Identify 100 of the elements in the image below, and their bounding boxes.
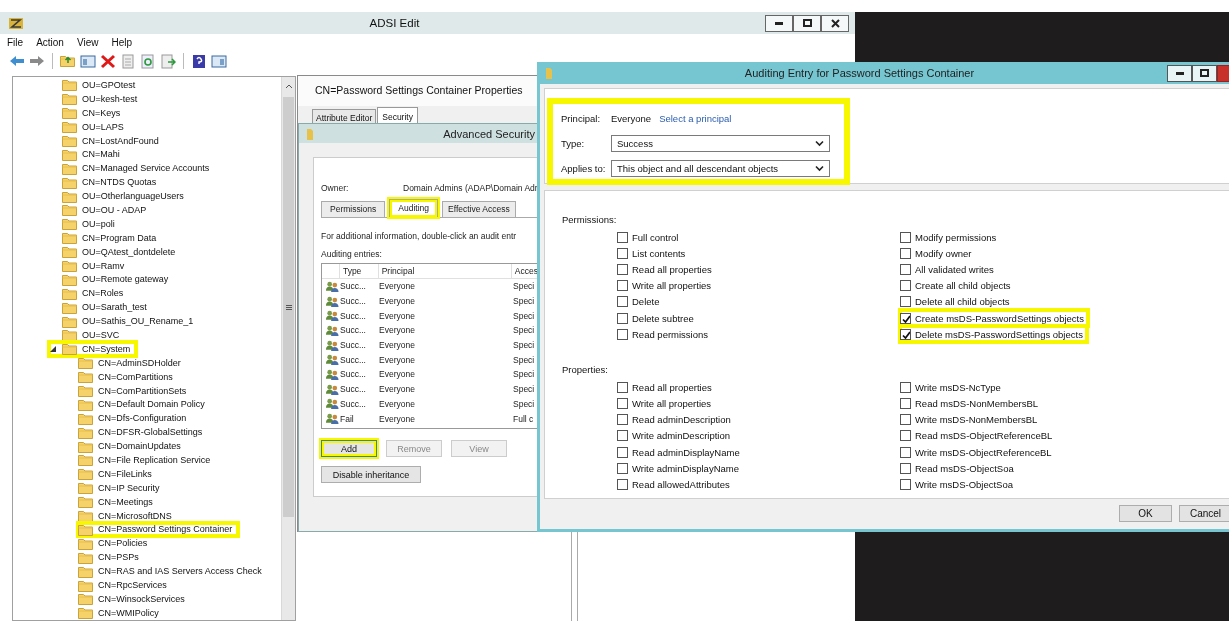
checkbox[interactable] (900, 414, 911, 426)
tree-item[interactable]: OU=GPOtest (62, 78, 142, 92)
tree-item[interactable]: CN=Mahi (62, 147, 126, 162)
tab[interactable]: Auditing (389, 199, 438, 217)
column-header[interactable]: Principal (377, 264, 511, 278)
checkbox[interactable] (617, 414, 628, 426)
checkbox[interactable] (900, 462, 911, 474)
checkbox[interactable] (900, 312, 911, 324)
tree-item[interactable]: CN=RpcServices (78, 578, 173, 592)
tree-item[interactable]: CN=Keys (62, 105, 127, 120)
maximize-button[interactable] (1192, 64, 1217, 82)
checkbox[interactable] (617, 328, 628, 340)
checkbox[interactable] (617, 446, 628, 458)
tree-item[interactable]: CN=NTDS Quotas (62, 175, 163, 190)
close-button[interactable] (821, 14, 849, 32)
tree-item[interactable]: CN=MicrosoftDNS (78, 508, 178, 523)
tree-item[interactable]: CN=System (49, 341, 137, 356)
checkbox[interactable] (900, 247, 911, 259)
tree-item[interactable]: OU=OU - ADAP (62, 203, 153, 217)
checkbox[interactable] (900, 280, 911, 292)
scroll-up-icon[interactable] (284, 83, 293, 89)
tree-item[interactable]: OU=LAPS (62, 119, 130, 134)
minimize-button[interactable] (1167, 64, 1192, 82)
tree-item[interactable]: CN=Password Settings Container (78, 522, 239, 537)
export-icon[interactable] (160, 53, 176, 69)
checkbox[interactable] (617, 280, 628, 292)
checkbox[interactable] (617, 430, 628, 442)
tree-item[interactable]: OU=Ramv (62, 258, 131, 273)
tree-item[interactable]: OU=Sarath_test (62, 300, 153, 315)
tree-item[interactable]: CN=Program Data (62, 230, 163, 245)
menu-item[interactable]: File (7, 36, 24, 48)
tree-item[interactable]: CN=LostAndFound (62, 133, 165, 148)
checkbox[interactable] (617, 312, 628, 324)
tree-item[interactable]: CN=File Replication Service (78, 453, 217, 467)
console-icon[interactable] (80, 53, 96, 69)
tree-item[interactable]: CN=Dfs-Configuration (78, 411, 193, 426)
cancel-button[interactable]: Cancel (1179, 505, 1229, 522)
tab[interactable]: Permissions (321, 201, 386, 217)
auditing-list[interactable] (321, 263, 538, 429)
tree-item[interactable]: OU=QAtest_dontdelete (62, 244, 182, 259)
dropdown[interactable]: Success (611, 134, 830, 152)
ok-button[interactable]: OK (1119, 505, 1172, 522)
tree-item[interactable]: CN=Meetings (78, 494, 159, 509)
minimize-button[interactable] (765, 14, 793, 32)
tree-item[interactable]: OU=SVC (62, 328, 126, 342)
tree-item[interactable]: CN=FileLinks (78, 466, 158, 481)
help-icon[interactable] (191, 53, 207, 69)
expand-arrow-icon[interactable] (50, 345, 56, 352)
tree-item[interactable]: CN=ComPartitions (78, 369, 179, 384)
tree-item[interactable]: OU=kesh-test (62, 91, 144, 106)
back-arrow-icon[interactable] (9, 53, 25, 69)
checkbox[interactable] (617, 479, 628, 491)
tree-item[interactable]: CN=IP Security (78, 480, 166, 495)
checkbox[interactable] (900, 263, 911, 275)
checkbox[interactable] (900, 381, 911, 393)
tree-item[interactable]: CN=Policies (78, 536, 154, 551)
checkbox[interactable] (617, 263, 628, 275)
tree-item[interactable]: CN=Default Domain Policy (78, 397, 211, 412)
tree-item[interactable]: OU=poli (62, 216, 121, 231)
column-header[interactable]: Type (338, 264, 378, 278)
checkbox[interactable] (617, 381, 628, 393)
checkbox[interactable] (900, 296, 911, 308)
checkbox[interactable] (900, 479, 911, 491)
menu-item[interactable]: Action (36, 36, 64, 48)
tree-item[interactable]: CN=PSPs (78, 550, 145, 565)
menu-item[interactable]: Help (111, 36, 132, 48)
tree-item[interactable]: CN=DFSR-GlobalSettings (78, 425, 209, 440)
tree-item[interactable]: CN=Roles (62, 286, 130, 301)
delete-icon[interactable] (100, 53, 116, 69)
refresh-icon[interactable] (140, 53, 156, 69)
checkbox[interactable] (617, 296, 628, 308)
checkbox[interactable] (900, 398, 911, 410)
checkbox[interactable] (617, 398, 628, 410)
checkbox[interactable] (900, 328, 911, 340)
checkbox[interactable] (900, 231, 911, 243)
checkbox[interactable] (617, 462, 628, 474)
dropdown[interactable]: This object and all descendant objects (611, 159, 830, 177)
tree-item[interactable]: CN=Managed Service Accounts (62, 161, 216, 176)
select-principal-link[interactable]: Select a principal (659, 112, 732, 124)
tree-item[interactable]: OU=OtherlanguageUsers (62, 189, 190, 203)
add-button[interactable]: Add (321, 440, 377, 457)
checkbox[interactable] (900, 446, 911, 458)
folder-up-icon[interactable] (60, 53, 76, 69)
maximize-button[interactable] (793, 14, 821, 32)
tree-item[interactable]: CN=DomainUpdates (78, 439, 187, 454)
tree-item[interactable]: OU=Sathis_OU_Rename_1 (62, 314, 200, 329)
checkbox[interactable] (617, 247, 628, 259)
checkbox[interactable] (900, 430, 911, 442)
tree-item[interactable]: CN=WinsockServices (78, 591, 191, 606)
tree-item[interactable]: CN=AdminSDHolder (78, 355, 187, 370)
disable-inheritance-button[interactable]: Disable inheritance (321, 466, 421, 483)
tree-item[interactable]: CN=RAS and IAS Servers Access Check (78, 564, 268, 579)
tree-item[interactable]: CN=WMIPolicy (78, 605, 165, 620)
menu-item[interactable]: View (76, 36, 99, 48)
tree-item[interactable]: OU=Remote gateway (62, 272, 175, 287)
forward-arrow-icon[interactable] (29, 53, 45, 69)
tree-item[interactable]: CN=ComPartitionSets (78, 383, 193, 398)
tab[interactable]: Effective Access (442, 201, 516, 217)
scrollbar[interactable] (281, 77, 295, 620)
checkbox[interactable] (617, 231, 628, 243)
